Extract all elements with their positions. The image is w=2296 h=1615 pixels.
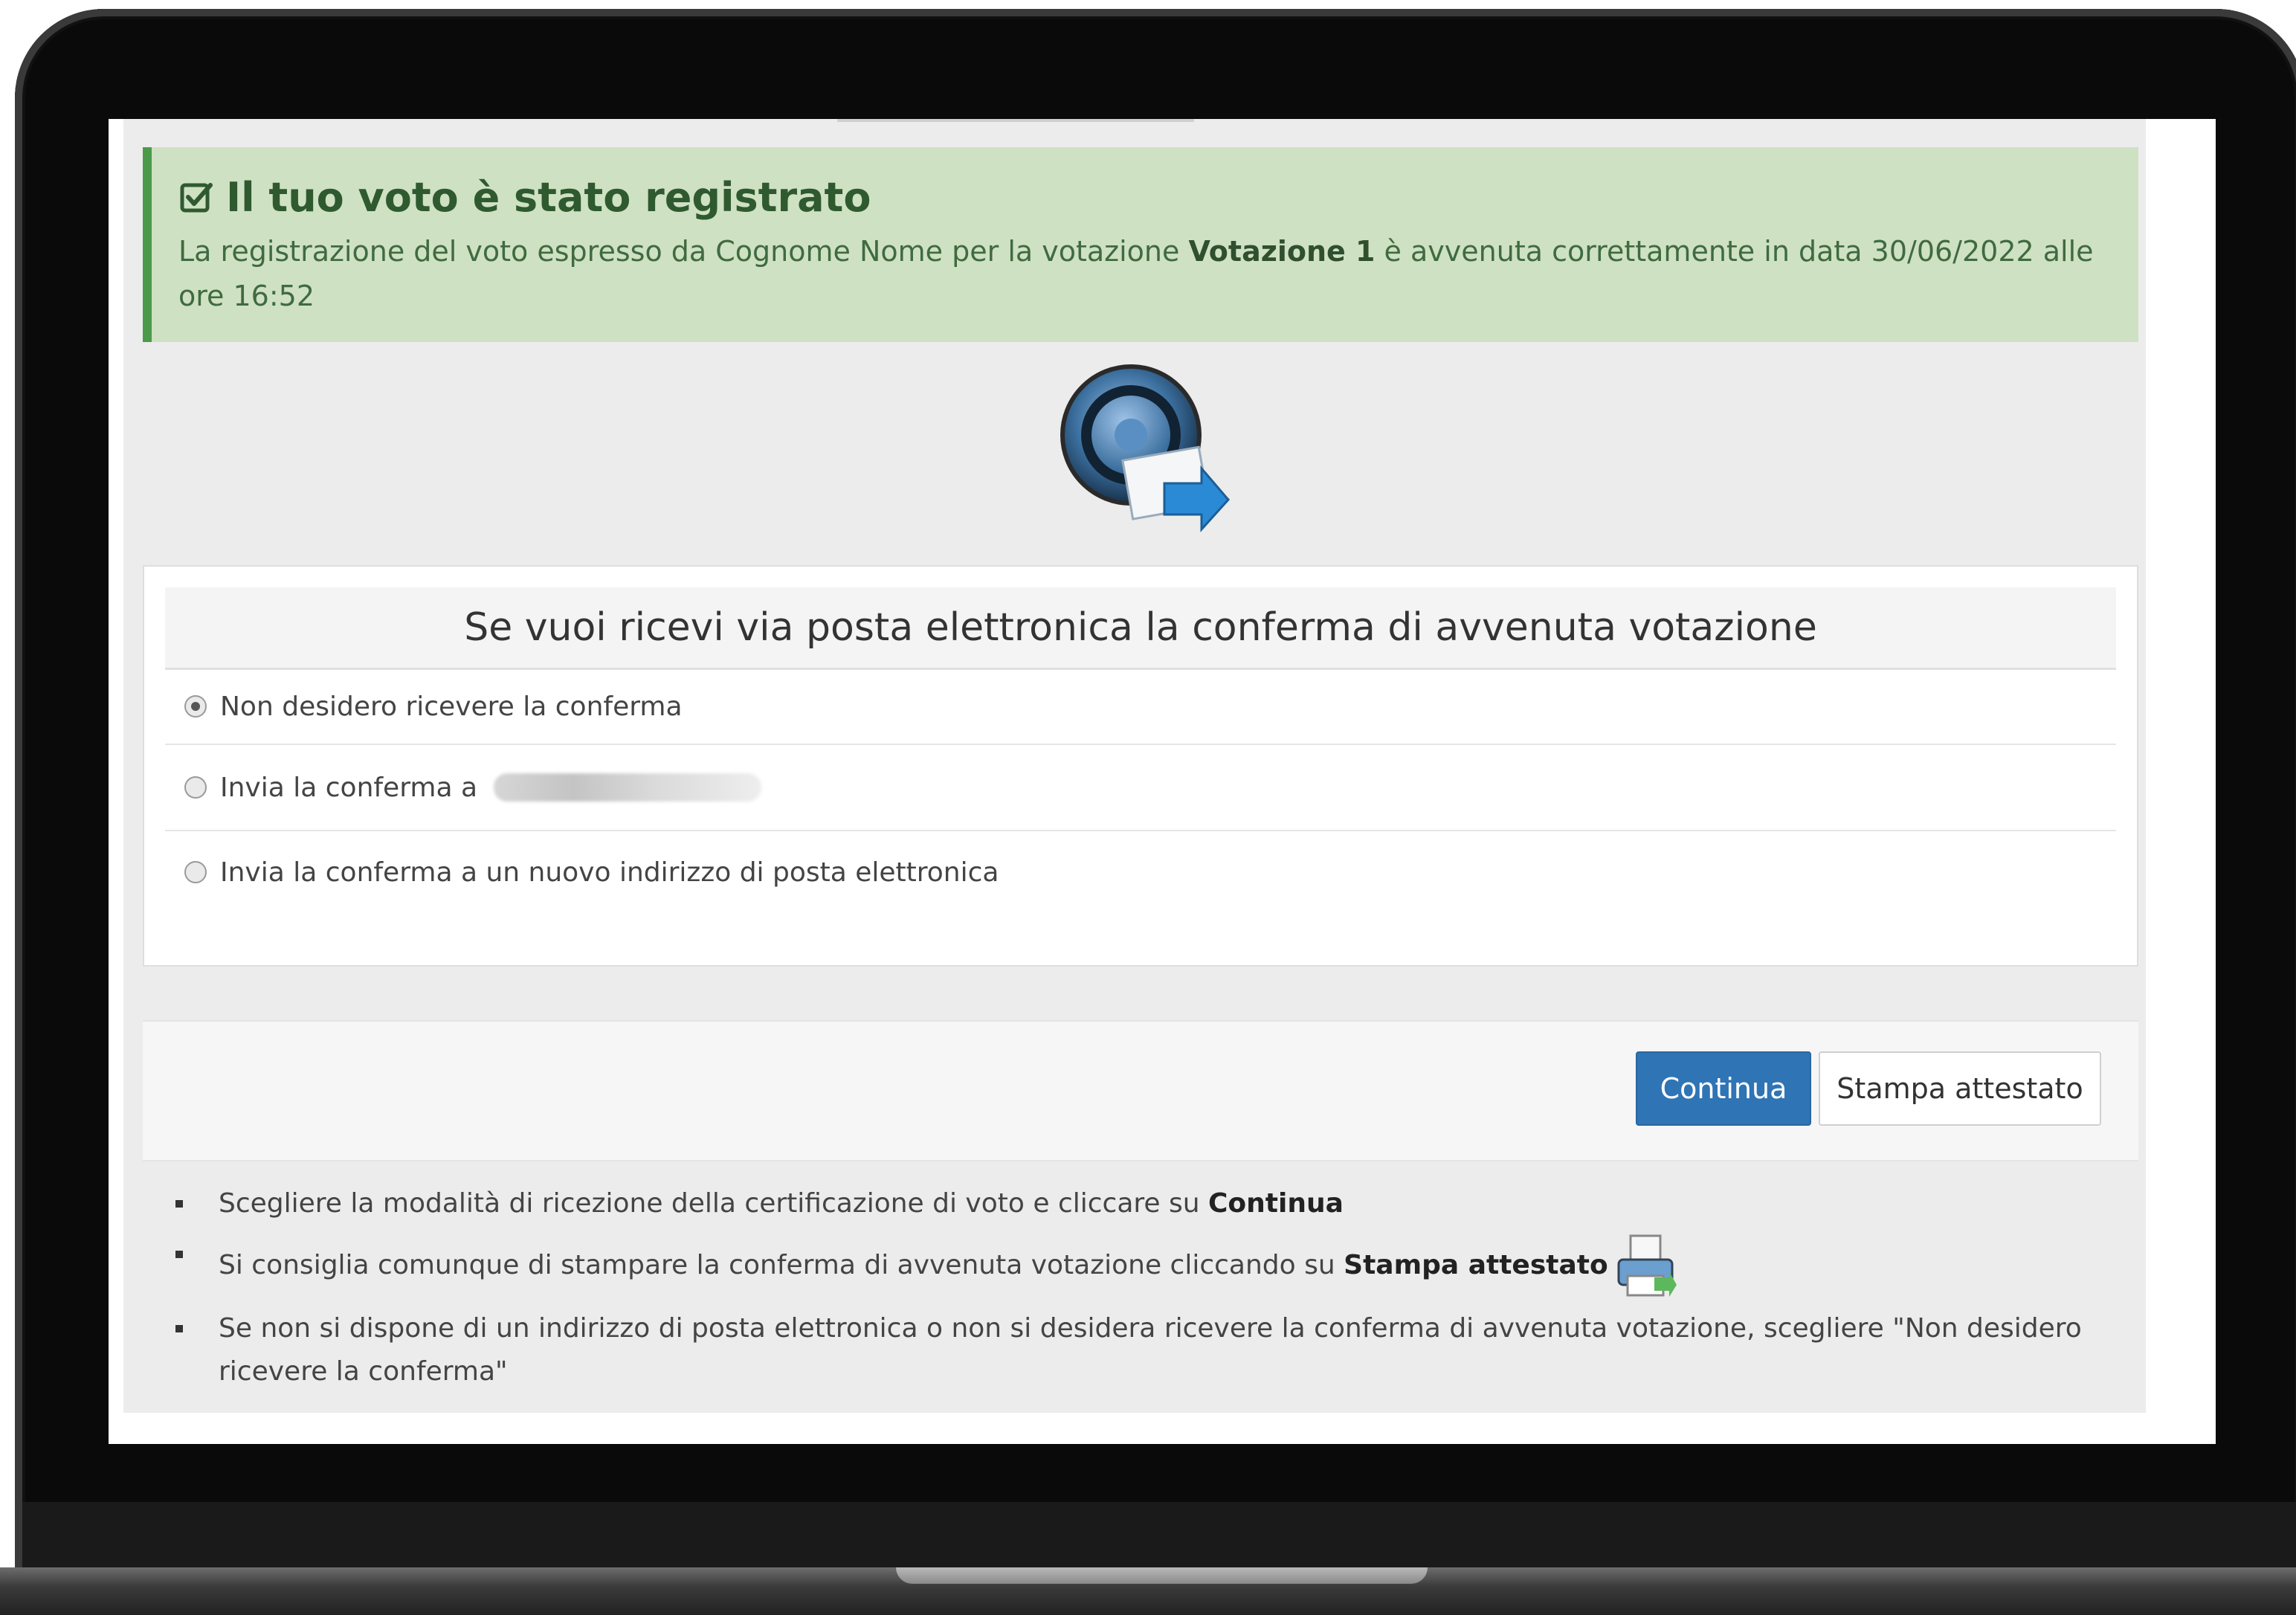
list-item: Si consiglia comunque di stampare la con… <box>175 1233 2109 1300</box>
panel-heading: Se vuoi ricevi via posta elettronica la … <box>165 587 2116 670</box>
option-label: Invia la conferma a <box>220 772 478 803</box>
option-label: Non desidero ricevere la conferma <box>220 691 683 722</box>
radio-send-new-email[interactable] <box>184 861 207 883</box>
laptop-hinge-notch <box>896 1567 1428 1584</box>
alert-title-text: Il tuo voto è stato registrato <box>226 174 871 221</box>
printer-icon <box>1614 1233 1677 1300</box>
option-label: Invia la conferma a un nuovo indirizzo d… <box>220 857 999 888</box>
check-square-icon <box>178 180 214 216</box>
vote-confirmation-page: Il tuo voto è stato registrato La regist… <box>123 119 2146 1413</box>
option-send-new-email[interactable]: Invia la conferma a un nuovo indirizzo d… <box>165 831 2116 913</box>
email-send-icon <box>1053 357 1231 543</box>
note-text: Si consiglia comunque di stampare la con… <box>219 1250 1344 1280</box>
note-bold: Continua <box>1208 1188 1344 1219</box>
success-alert: Il tuo voto è stato registrato La regist… <box>143 147 2138 342</box>
option-no-confirmation[interactable]: Non desidero ricevere la conferma <box>165 669 2116 745</box>
email-confirmation-panel: Se vuoi ricevi via posta elettronica la … <box>143 565 2138 967</box>
option-send-existing-email[interactable]: Invia la conferma a <box>165 745 2116 831</box>
alert-votazione: Votazione 1 <box>1188 235 1376 268</box>
radio-no-confirmation[interactable] <box>184 695 207 718</box>
note-bold: Stampa attestato <box>1344 1250 1608 1280</box>
continue-button[interactable]: Continua <box>1636 1051 1811 1126</box>
list-item: Se non si dispone di un indirizzo di pos… <box>175 1307 2109 1393</box>
redacted-email <box>494 773 762 802</box>
alert-message: La registrazione del voto espresso da Co… <box>178 229 2126 318</box>
alert-title: Il tuo voto è stato registrato <box>178 175 2116 220</box>
instructions-list: Scegliere la modalità di ricezione della… <box>175 1182 2109 1401</box>
button-bar: Continua Stampa attestato <box>143 1020 2138 1161</box>
note-text: Se non si dispone di un indirizzo di pos… <box>219 1313 2082 1387</box>
radio-send-existing-email[interactable] <box>184 776 207 799</box>
note-text: Scegliere la modalità di ricezione della… <box>219 1188 1208 1219</box>
list-item: Scegliere la modalità di ricezione della… <box>175 1182 2109 1225</box>
laptop-screen: Il tuo voto è stato registrato La regist… <box>109 119 2216 1444</box>
alert-message-start: La registrazione del voto espresso da Co… <box>178 235 1189 268</box>
print-certificate-button[interactable]: Stampa attestato <box>1819 1051 2101 1126</box>
top-tab-strip <box>837 119 1194 122</box>
